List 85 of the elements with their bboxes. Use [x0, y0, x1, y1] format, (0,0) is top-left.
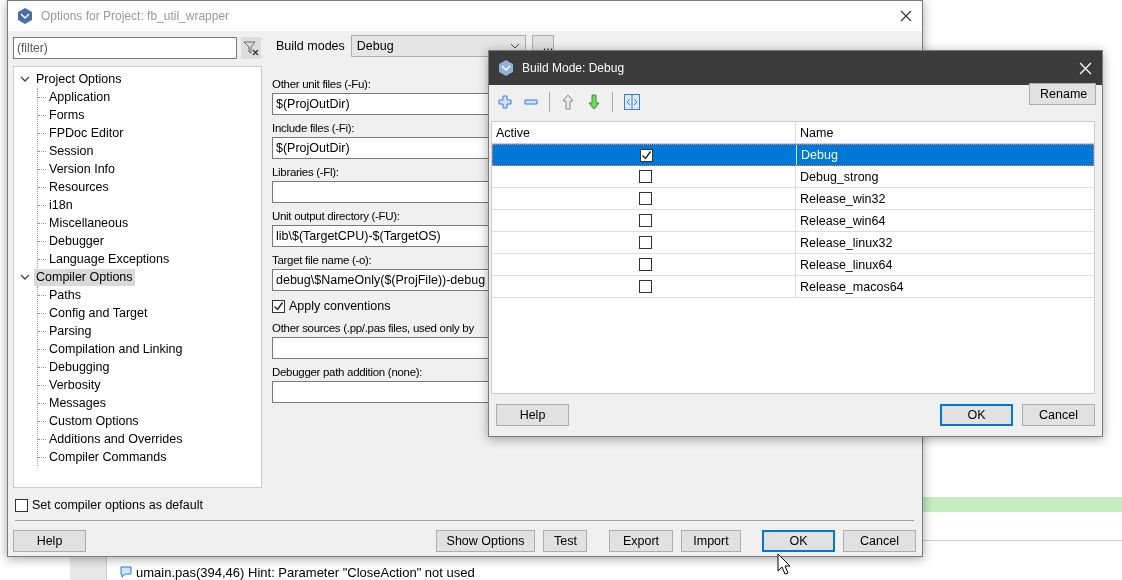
tree-item[interactable]: Miscellaneous	[47, 214, 131, 232]
mode-name: Release_win32	[799, 190, 887, 208]
expander-icon[interactable]	[20, 74, 30, 84]
tree-item[interactable]: Compiler Commands	[47, 448, 169, 466]
grid-row[interactable]: Release_macos64	[492, 276, 1094, 298]
checkbox[interactable]	[639, 280, 652, 293]
tree-item[interactable]: Debugger	[47, 232, 106, 250]
checkbox[interactable]	[640, 148, 653, 162]
checkbox[interactable]	[639, 192, 652, 205]
tree-item[interactable]: Custom Options	[47, 412, 141, 430]
dialog-button[interactable]: Import	[681, 530, 741, 552]
mode-name: Debug	[800, 147, 839, 164]
field-label: Other sources (.pp/.pas files, used only by	[272, 321, 474, 336]
tree-item[interactable]: Session	[47, 142, 96, 160]
tree-item[interactable]: Verbosity	[47, 376, 103, 394]
move-down-icon[interactable]	[586, 94, 602, 110]
field-label: Include files (-Fi):	[272, 121, 355, 136]
dialog-button[interactable]: Export	[609, 530, 673, 552]
dialog-button[interactable]: Show Options	[436, 530, 535, 552]
column-header[interactable]: Active	[492, 122, 796, 143]
field-label: Debugger path addition (none):	[272, 365, 423, 380]
grid-row[interactable]: Release_linux64	[492, 254, 1094, 276]
hint-icon	[119, 565, 133, 579]
grid-row[interactable]: Debug	[492, 144, 1094, 166]
tree-item[interactable]: Forms	[47, 106, 87, 124]
checkbox[interactable]	[639, 214, 652, 227]
tree-item[interactable]: i18n	[47, 196, 75, 214]
app-icon	[16, 7, 34, 25]
compare-icon[interactable]	[623, 93, 641, 111]
expander-icon[interactable]	[20, 272, 30, 282]
tree-item[interactable]: Parsing	[47, 322, 94, 340]
tree-item[interactable]: Compilation and Linking	[47, 340, 185, 358]
field-label: Other unit files (-Fu):	[272, 77, 371, 92]
message-text: umain.pas(394,46) Hint: Parameter "CloseAction" not used	[136, 564, 475, 580]
column-header[interactable]: Name	[796, 122, 1094, 143]
app-icon	[497, 59, 515, 77]
dialog-button[interactable]: Cancel	[843, 530, 916, 552]
field-label: Target file name (-o):	[272, 253, 372, 268]
tree-item[interactable]: Additions and Overrides	[47, 430, 185, 448]
checkbox[interactable]	[639, 236, 652, 249]
checkbox[interactable]	[639, 258, 652, 271]
window-title: Options for Project: fb_util_wrapper	[41, 9, 231, 23]
tree-item[interactable]: Version Info	[47, 160, 117, 178]
build-modes-label: Build modes	[276, 39, 345, 53]
tree-item[interactable]: Debugging	[47, 358, 112, 376]
dialog-button[interactable]: Help	[496, 404, 569, 426]
dialog-button[interactable]: Help	[13, 530, 86, 552]
grid-row[interactable]: Release_win64	[492, 210, 1094, 232]
mode-name: Release_linux64	[799, 256, 894, 274]
mode-name: Release_win64	[799, 212, 887, 230]
tree-item[interactable]: Paths	[47, 286, 83, 304]
add-icon[interactable]	[497, 94, 513, 110]
tree-item[interactable]: Config and Target	[47, 304, 150, 322]
tree-item[interactable]: Resources	[47, 178, 111, 196]
rename-button[interactable]: Rename	[1029, 83, 1096, 105]
checkbox[interactable]	[15, 498, 28, 512]
checkbox[interactable]	[272, 299, 285, 313]
tree-item[interactable]: FPDoc Editor	[47, 124, 126, 142]
mode-name: Release_macos64	[799, 278, 905, 296]
dialog-button[interactable]: OK	[762, 530, 835, 552]
clear-filter-button[interactable]	[241, 37, 261, 59]
dialog-button[interactable]: Test	[543, 530, 587, 552]
grid-row[interactable]: Debug_strong	[492, 166, 1094, 188]
tree-item[interactable]: Project Options	[34, 70, 124, 88]
grid-row[interactable]: Release_linux32	[492, 232, 1094, 254]
tree-item[interactable]: Application	[47, 88, 113, 106]
tree-item[interactable]: Language Exceptions	[47, 250, 172, 268]
mode-name: Release_linux32	[799, 234, 894, 252]
chevron-down-icon	[509, 41, 520, 51]
tree-item[interactable]: Messages	[47, 394, 108, 412]
build-mode-dropdown[interactable]: Debug	[350, 35, 526, 57]
mode-name: Debug_strong	[799, 168, 880, 186]
field-label: Unit output directory (-FU):	[272, 209, 400, 224]
checkbox-label: Apply conventions	[289, 299, 391, 313]
field-label: Libraries (-Fl):	[272, 165, 339, 180]
close-icon[interactable]	[900, 10, 912, 22]
checkbox-label: Set compiler options as default	[32, 498, 203, 512]
dialog-button[interactable]: OK	[940, 404, 1013, 426]
checkbox[interactable]	[639, 170, 652, 183]
mouse-cursor-icon	[777, 553, 791, 575]
filter-field[interactable]: (filter)	[13, 37, 237, 59]
grid-row[interactable]: Release_win32	[492, 188, 1094, 210]
dialog-button[interactable]: Cancel	[1022, 404, 1095, 426]
tree-item[interactable]: Compiler Options	[34, 268, 135, 286]
window-title: Build Mode: Debug	[522, 61, 626, 75]
